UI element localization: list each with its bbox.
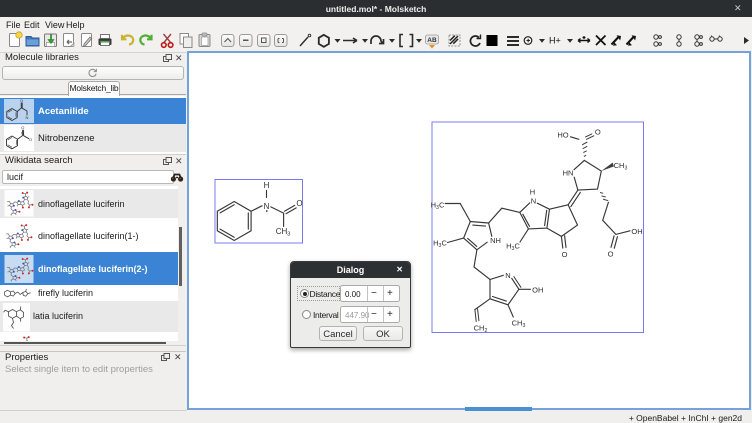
svg-text:H3C: H3C: [431, 201, 445, 212]
svg-text:O: O: [20, 98, 23, 103]
svg-text:N: N: [531, 196, 536, 205]
svg-text:N: N: [21, 131, 24, 136]
svg-text:O: O: [296, 199, 302, 208]
svg-text:H: H: [264, 181, 270, 190]
svg-text:CH2: CH2: [474, 324, 488, 335]
svg-text:H3C: H3C: [506, 242, 520, 253]
svg-text:O: O: [608, 250, 614, 259]
svg-text:CH3: CH3: [276, 227, 291, 238]
svg-text:N: N: [505, 271, 510, 280]
svg-text:O: O: [562, 250, 568, 259]
svg-text:HN: HN: [563, 168, 574, 177]
svg-text:O: O: [595, 127, 601, 136]
svg-text:NH: NH: [490, 236, 501, 245]
svg-text:CH3: CH3: [512, 319, 526, 330]
svg-text:OH: OH: [631, 227, 642, 236]
svg-text:H+: H+: [549, 36, 561, 46]
svg-text:N: N: [264, 202, 270, 211]
svg-text:O: O: [29, 137, 32, 142]
svg-text:O: O: [21, 125, 24, 130]
svg-text:OH: OH: [532, 285, 543, 294]
svg-text:AB: AB: [427, 37, 437, 44]
svg-text:H: H: [530, 188, 535, 197]
svg-text:HO: HO: [557, 130, 568, 139]
svg-text:H3C: H3C: [433, 239, 447, 250]
svg-text:N: N: [26, 115, 29, 120]
svg-text:CH3: CH3: [614, 161, 628, 172]
